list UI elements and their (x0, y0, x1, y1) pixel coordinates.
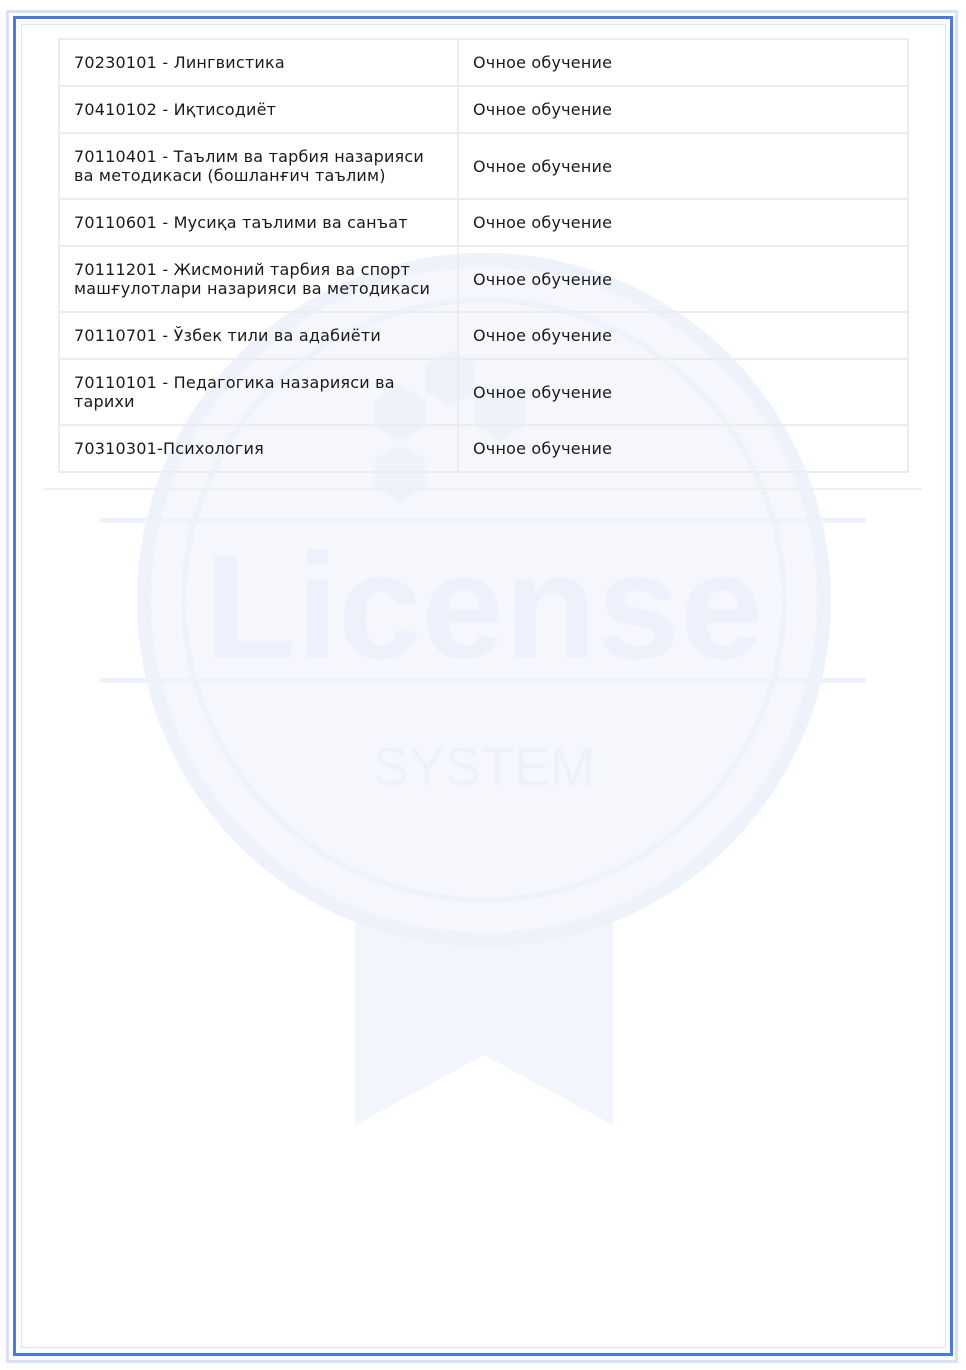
table-row: 70110401 - Таълим ва тарбия назарияси ва… (58, 132, 909, 200)
program-cell: 70410102 - Иқтисодиёт (58, 85, 459, 134)
section-divider (44, 488, 922, 490)
study-form-cell: Очное обучение (457, 198, 909, 247)
table-row: 70230101 - Лингвистика Очное обучение (58, 38, 909, 87)
study-form-cell: Очное обучение (457, 311, 909, 360)
table-row: 70110701 - Ўзбек тили ва адабиёти Очное … (58, 311, 909, 360)
study-form-cell: Очное обучение (457, 132, 909, 200)
table-row: 70310301-Психология Очное обучение (58, 424, 909, 473)
program-cell: 70110601 - Мусиқа таълими ва санъат (58, 198, 459, 247)
program-cell: 70110401 - Таълим ва тарбия назарияси ва… (58, 132, 459, 200)
table-row: 70110601 - Мусиқа таълими ва санъат Очно… (58, 198, 909, 247)
program-cell: 70110101 - Педагогика назарияси ва тарих… (58, 358, 459, 426)
programs-table: 70230101 - Лингвистика Очное обучение 70… (58, 38, 909, 473)
programs-table-container: 70230101 - Лингвистика Очное обучение 70… (58, 38, 909, 473)
table-row: 70410102 - Иқтисодиёт Очное обучение (58, 85, 909, 134)
programs-table-body: 70230101 - Лингвистика Очное обучение 70… (58, 38, 909, 473)
program-cell: 70110701 - Ўзбек тили ва адабиёти (58, 311, 459, 360)
table-row: 70111201 - Жисмоний тарбия ва спорт машғ… (58, 245, 909, 313)
study-form-cell: Очное обучение (457, 245, 909, 313)
study-form-cell: Очное обучение (457, 358, 909, 426)
program-cell: 70310301-Психология (58, 424, 459, 473)
study-form-cell: Очное обучение (457, 38, 909, 87)
program-cell: 70111201 - Жисмоний тарбия ва спорт машғ… (58, 245, 459, 313)
table-row: 70110101 - Педагогика назарияси ва тарих… (58, 358, 909, 426)
program-cell: 70230101 - Лингвистика (58, 38, 459, 87)
study-form-cell: Очное обучение (457, 85, 909, 134)
watermark-title: License (205, 522, 764, 690)
study-form-cell: Очное обучение (457, 424, 909, 473)
watermark-subtitle: SYSTEM (373, 737, 595, 797)
